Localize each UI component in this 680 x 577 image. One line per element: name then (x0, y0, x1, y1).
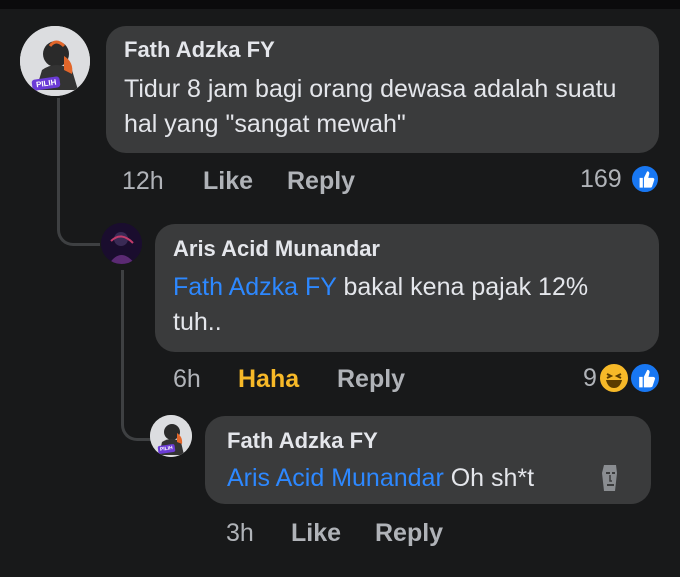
moai-icon (602, 465, 617, 491)
avatar[interactable]: PILIH (20, 26, 90, 96)
comment-author[interactable]: Fath Adzka FY (124, 37, 275, 63)
comment-text: Tidur 8 jam bagi orang dewasa adalah sua… (124, 75, 617, 138)
like-button[interactable]: Like (291, 519, 341, 548)
comment-timestamp[interactable]: 6h (173, 365, 201, 394)
avatar[interactable] (101, 223, 142, 264)
reaction-count[interactable]: 169 (580, 165, 622, 194)
comment-body: Aris Acid Munandar Oh sh*t (227, 461, 647, 496)
like-icon (630, 164, 660, 194)
comment-body: Fath Adzka FY bakal kena pajak 12% tuh.. (173, 270, 643, 340)
reply-button[interactable]: Reply (337, 365, 405, 394)
thread-line-2 (121, 270, 152, 441)
like-icon (629, 362, 661, 394)
top-edge (0, 0, 680, 9)
avatar[interactable]: PILIH (150, 415, 192, 457)
reply-button[interactable]: Reply (375, 519, 443, 548)
comment-text: Oh sh*t (450, 464, 535, 492)
avatar-photo-icon (101, 223, 142, 264)
comment-author[interactable]: Fath Adzka FY (227, 428, 378, 454)
like-button[interactable]: Like (203, 167, 253, 196)
mention-link[interactable]: Fath Adzka FY (173, 273, 337, 301)
thread-line-1 (57, 98, 100, 246)
comment-timestamp[interactable]: 3h (226, 519, 254, 548)
haha-reaction-button[interactable]: Haha (238, 365, 299, 394)
haha-icon (598, 362, 630, 394)
reply-button[interactable]: Reply (287, 167, 355, 196)
mention-link[interactable]: Aris Acid Munandar (227, 464, 444, 492)
reaction-count[interactable]: 9 (583, 364, 597, 393)
comment-timestamp[interactable]: 12h (122, 167, 164, 196)
comment-author[interactable]: Aris Acid Munandar (173, 236, 380, 262)
